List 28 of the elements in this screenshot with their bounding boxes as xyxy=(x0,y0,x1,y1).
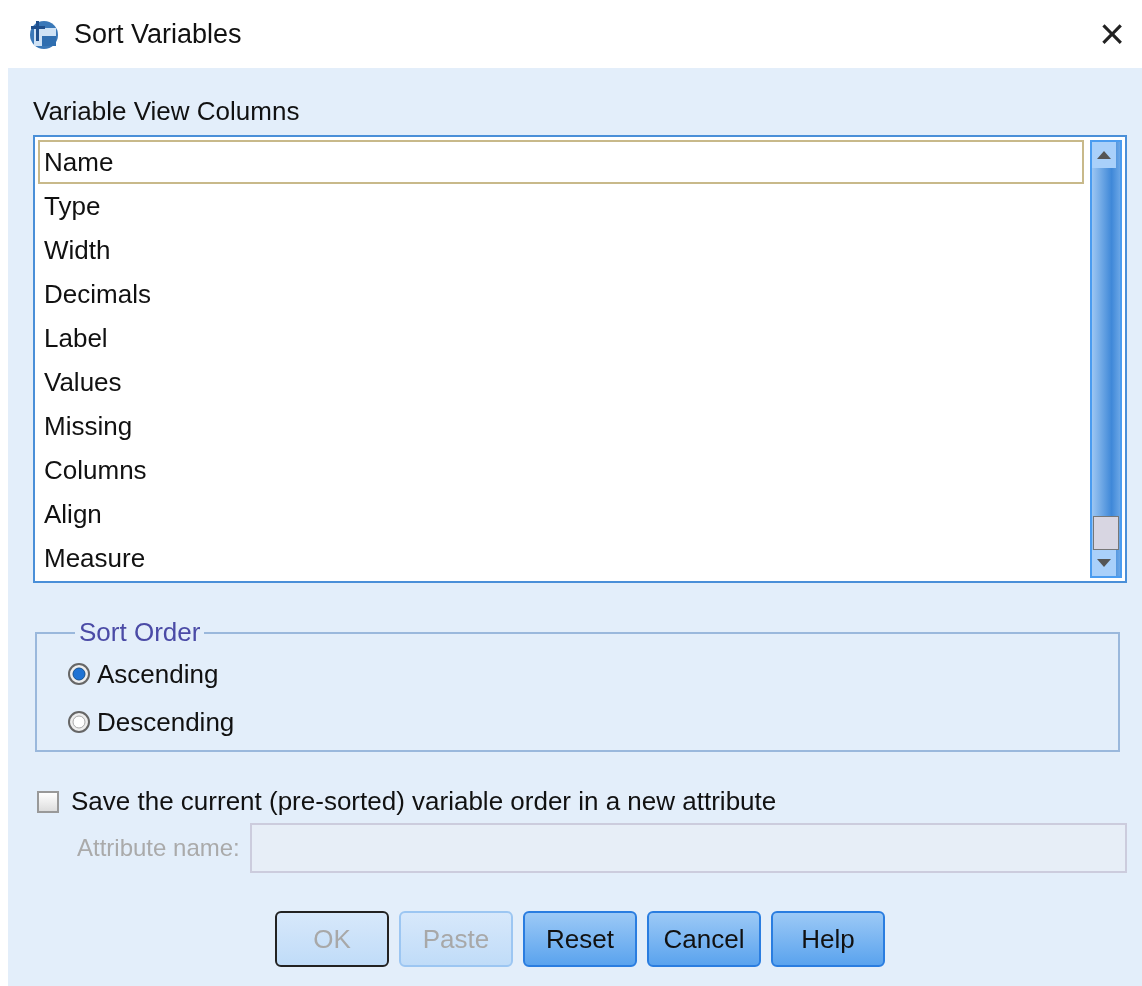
data-table-icon xyxy=(28,18,60,50)
list-item[interactable]: Values xyxy=(38,360,1084,404)
list-item[interactable]: Columns xyxy=(38,448,1084,492)
group-title: Sort Order xyxy=(78,617,202,648)
checkbox[interactable] xyxy=(37,790,59,813)
checkbox-label[interactable]: Save the current (pre-sorted) variable order in a new attribute xyxy=(71,786,777,817)
field-label: Attribute name: xyxy=(77,834,240,862)
dialog-button[interactable]: Reset xyxy=(523,911,637,967)
dialog-button[interactable]: Help xyxy=(771,911,885,967)
radio-button[interactable] xyxy=(67,710,91,734)
close-button[interactable]: × xyxy=(1082,12,1142,56)
dialog-button[interactable]: Cancel xyxy=(647,911,761,967)
radio-label[interactable]: Descending xyxy=(97,698,235,746)
list-item[interactable]: Missing xyxy=(38,404,1084,448)
window-title: Sort Variables xyxy=(74,18,243,50)
scroll-thumb[interactable] xyxy=(1093,516,1119,550)
list-item[interactable]: Width xyxy=(38,228,1084,272)
radio-button[interactable] xyxy=(67,662,91,686)
list-label: Variable View Columns xyxy=(33,96,300,127)
attribute-name-field[interactable] xyxy=(249,823,1127,873)
list-item[interactable]: Align xyxy=(38,492,1084,536)
scrollbar[interactable] xyxy=(1090,140,1122,578)
list-item[interactable]: Measure xyxy=(38,536,1084,580)
list-item[interactable]: Type xyxy=(38,184,1084,228)
radio-label[interactable]: Ascending xyxy=(97,650,219,698)
list-item[interactable]: Name xyxy=(38,140,1084,184)
list-item[interactable]: Decimals xyxy=(38,272,1084,316)
list-item[interactable]: Label xyxy=(38,316,1084,360)
